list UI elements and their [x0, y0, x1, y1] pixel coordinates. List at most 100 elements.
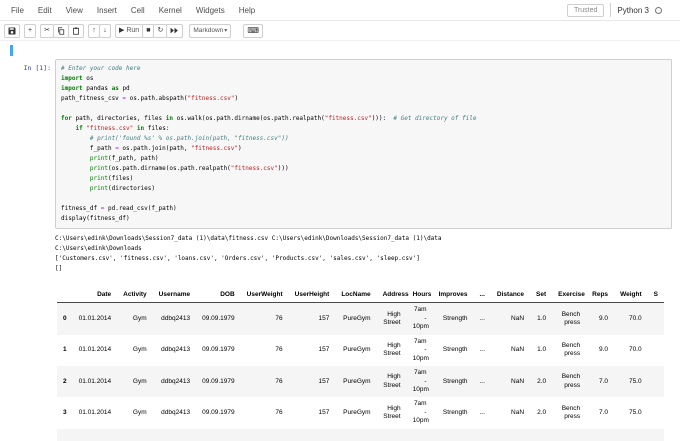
keyboard-icon: ⌨: [247, 25, 259, 35]
run-button[interactable]: ▶ Run: [114, 23, 144, 38]
save-button[interactable]: [4, 23, 20, 38]
restart-run-all-button[interactable]: [166, 23, 184, 38]
table-cell: NaN: [511, 408, 525, 416]
table-cell: Strength: [442, 377, 468, 385]
table-cell: 70.0: [628, 314, 642, 322]
insert-cell-below-button[interactable]: +: [24, 23, 37, 38]
menu-view[interactable]: View: [59, 3, 90, 18]
menu-widgets[interactable]: Widgets: [189, 3, 232, 18]
move-cell-down-button[interactable]: ↓: [98, 23, 111, 38]
table-cell: 7am - 10pm: [412, 337, 429, 362]
table-cell: ddbq2413: [161, 377, 191, 385]
table-cell: 76: [275, 408, 283, 416]
table-cell: ddbq2413: [161, 346, 191, 354]
code-cell: In [1]: # Enter your code here import os…: [0, 59, 680, 229]
column-header: Improves: [432, 288, 474, 304]
menu-help[interactable]: Help: [232, 3, 262, 18]
menu-edit[interactable]: Edit: [31, 3, 59, 18]
menu-file[interactable]: File: [4, 3, 31, 18]
paste-cells-button[interactable]: [67, 23, 84, 38]
table-row: 1 01.01.2014 Gym ddbq2413 09.09.1979 76 157 Pur…: [57, 335, 664, 366]
table-cell: 75.0: [628, 377, 642, 385]
table-cell: 01.01.2014: [78, 346, 112, 354]
table-cell: [241, 429, 289, 441]
stop-icon: ■: [146, 27, 151, 34]
table-cell: Strength: [442, 314, 468, 322]
table-cell: High Street: [383, 373, 401, 389]
table-cell: ddbq2413: [161, 408, 191, 416]
table-cell: Bench press: [561, 310, 581, 327]
kernel-idle-icon: [655, 6, 662, 14]
table-cell: 157: [318, 377, 330, 385]
column-header: DOB: [196, 288, 241, 304]
table-cell: [614, 429, 648, 441]
table-cell: Bench press: [561, 341, 581, 358]
column-header: LocName: [335, 288, 377, 304]
column-header: Set: [530, 288, 553, 304]
table-cell: 1.0: [537, 346, 547, 354]
table-cell: 01.01.2014: [78, 377, 112, 385]
cut-cells-button[interactable]: ✂: [40, 23, 54, 38]
table-cell: 7am - 10pm: [412, 306, 429, 331]
column-header: Reps: [586, 288, 615, 304]
table-cell: PureGym: [343, 314, 371, 322]
kernel-name: Python 3: [617, 5, 649, 15]
dataframe-output: Date Activity Username DOB UserWeight UserHei…: [57, 288, 680, 441]
toolbar-button-group: ✂: [40, 23, 84, 38]
notebook-area: In [1]: # Enter your code here import os…: [0, 41, 680, 441]
table-cell: 7am - 10pm: [412, 400, 429, 425]
table-row-partial: [57, 428, 664, 441]
table-cell: ...: [479, 346, 485, 354]
toolbar-button-group: ↑ ↓: [87, 23, 111, 38]
table-cell: 7am - 10pm: [412, 369, 429, 393]
table-cell: [530, 429, 552, 441]
toolbar-button-group: +: [24, 23, 37, 38]
menu-bar: File Edit View Insert Cell Kernel Widgets Help …: [0, 0, 680, 21]
run-button-label: Run: [126, 27, 140, 34]
table-cell: [73, 429, 118, 441]
menu-insert[interactable]: Insert: [90, 3, 124, 18]
table-cell: PureGym: [343, 408, 371, 416]
table-cell: 2.0: [537, 408, 547, 416]
command-palette-button[interactable]: ⌨: [243, 23, 263, 38]
chevron-down-icon: ▾: [224, 28, 228, 34]
menu-kernel[interactable]: Kernel: [152, 3, 189, 18]
cell-output-stdout: C:\Users\edink\Downloads\Session7_data (…: [0, 229, 680, 274]
table-cell: 01.01.2014: [78, 408, 112, 416]
table-cell: Gym: [132, 408, 147, 416]
table-cell: 01.01.2014: [78, 314, 112, 322]
output-prompt-spacer: [0, 229, 55, 274]
table-cell: [433, 429, 474, 441]
table-cell: Strength: [442, 408, 468, 416]
column-header: S: [647, 288, 664, 304]
fast-forward-icon: [170, 27, 179, 34]
table-cell: NaN: [511, 377, 525, 385]
arrow-down-icon: ↓: [103, 27, 107, 34]
table-cell: [196, 429, 241, 441]
table-cell: ddbq2413: [161, 314, 191, 322]
table-cell: Bench press: [561, 373, 581, 389]
table-cell: [335, 429, 376, 441]
trusted-badge[interactable]: Trusted: [566, 3, 605, 17]
column-header: Hours: [406, 288, 433, 304]
table-cell: High Street: [383, 341, 401, 358]
table-cell: ...: [479, 408, 485, 416]
column-header: Exercise: [552, 288, 587, 304]
restart-kernel-button[interactable]: ↻: [153, 23, 168, 38]
menu-cell[interactable]: Cell: [124, 3, 152, 18]
code-editor[interactable]: # Enter your code here import os import …: [55, 59, 672, 229]
table-cell: [117, 429, 152, 441]
cell-type-dropdown[interactable]: Markdown ▾: [189, 23, 232, 38]
table-cell: 09.09.1979: [202, 314, 235, 322]
copy-cells-button[interactable]: [52, 23, 69, 38]
table-cell: [289, 429, 336, 441]
table-cell: Gym: [132, 377, 147, 385]
table-cell: [57, 429, 73, 441]
selected-markdown-cell-partial[interactable]: [10, 45, 672, 56]
column-header: Weight: [614, 288, 648, 304]
table-cell: [648, 335, 664, 366]
table-cell: [153, 429, 196, 441]
table-cell: 09.09.1979: [202, 377, 235, 385]
table-cell: High Street: [383, 310, 401, 327]
palette-slot: ⌨: [235, 23, 263, 38]
